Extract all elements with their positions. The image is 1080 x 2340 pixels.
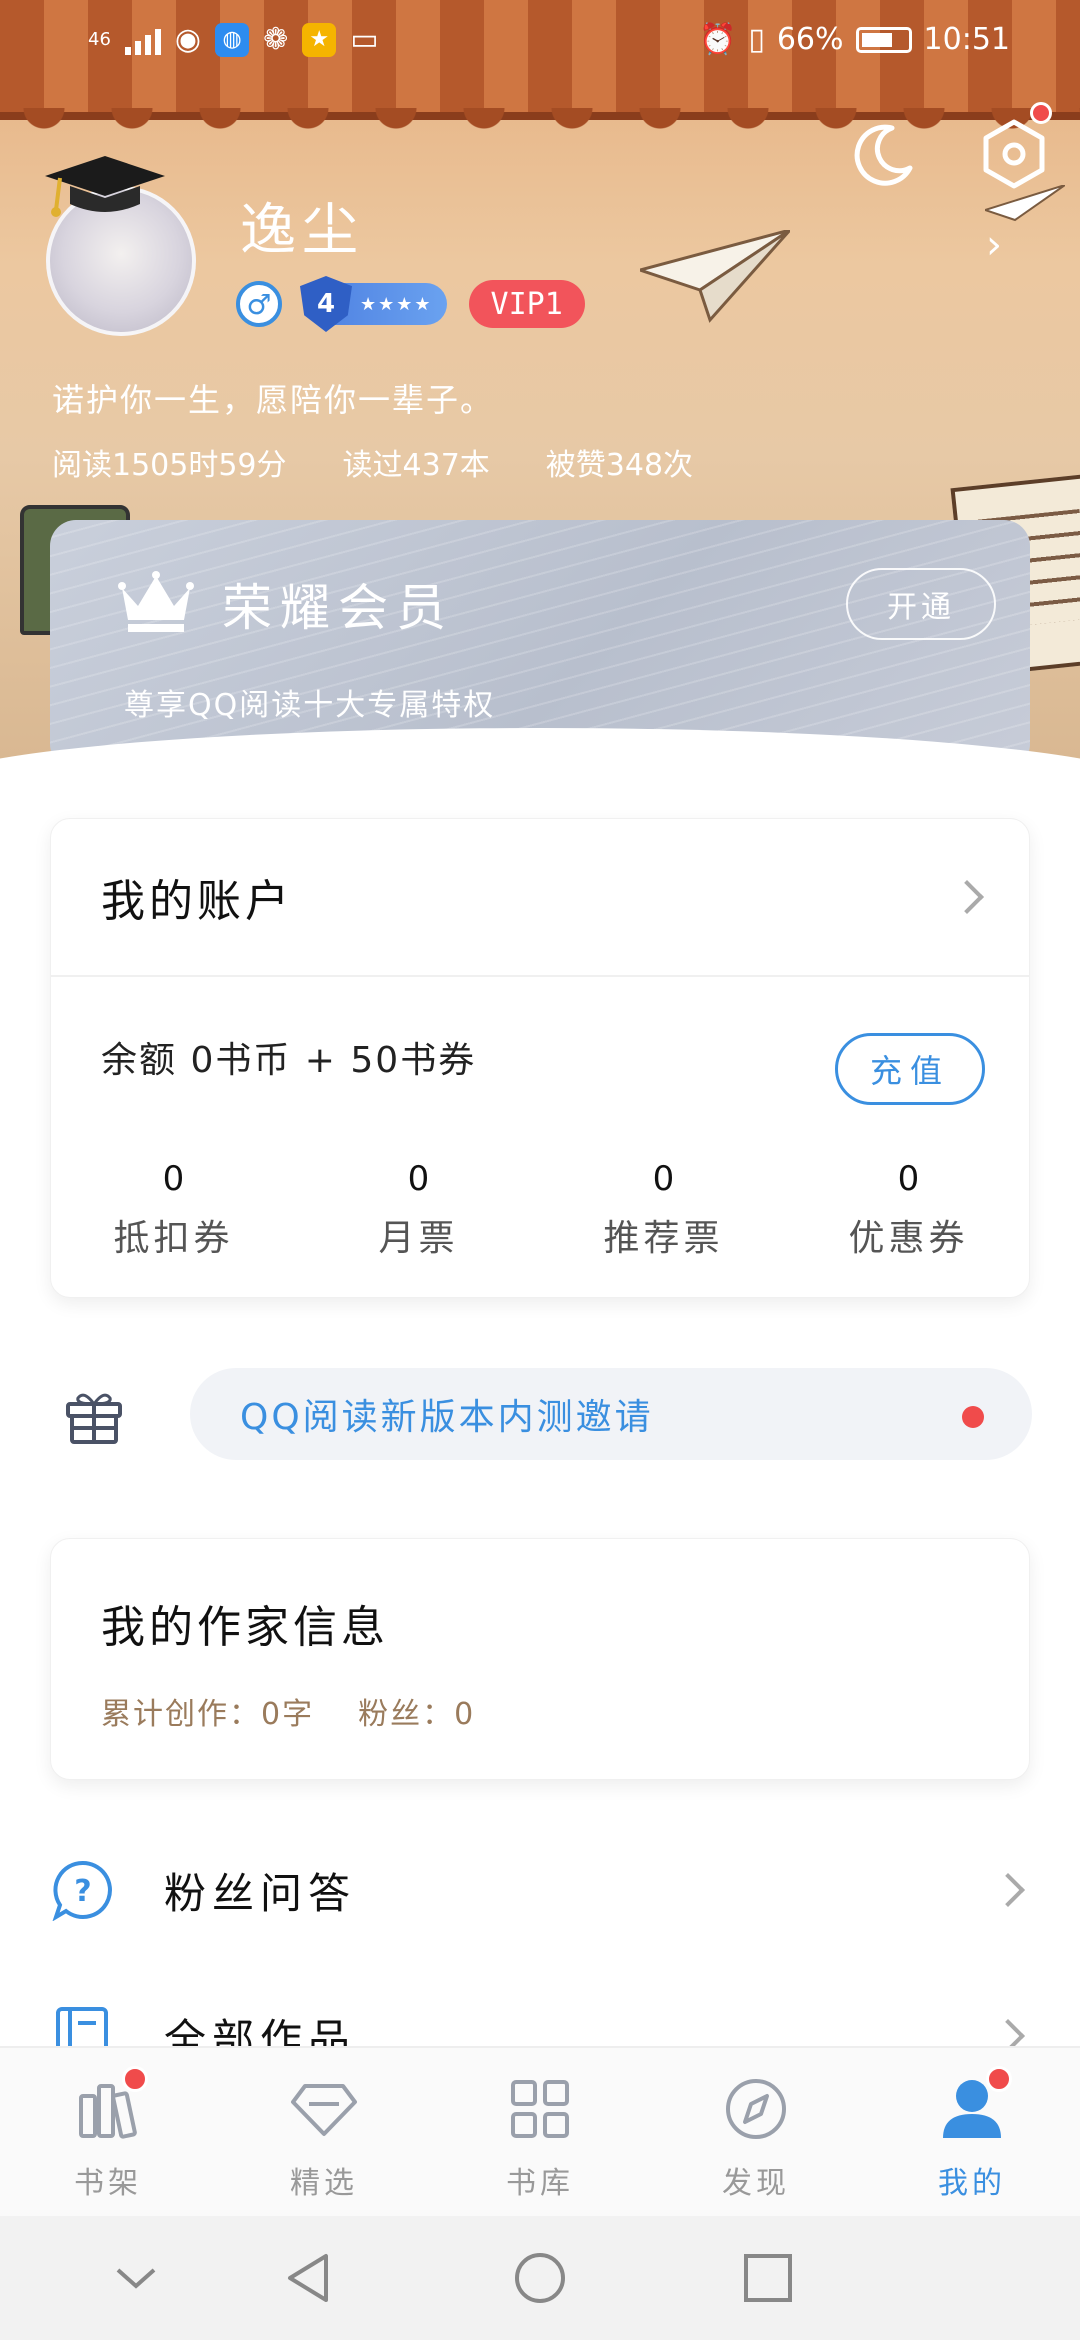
membership-subtitle: 尊享QQ阅读十大专属特权 [124, 688, 496, 723]
username: 逸尘 [240, 198, 364, 263]
level-badge[interactable]: 4 ★★★★ [300, 276, 447, 332]
ticket-label: 月票 [378, 1218, 459, 1259]
alarm-icon: ⏰ [698, 22, 737, 57]
writer-info-card[interactable]: 我的作家信息 累计创作：0字 粉丝：0 [50, 1538, 1030, 1780]
fans-stat: 粉丝：0 [358, 1697, 476, 1732]
briefcase-icon: ▭ [350, 22, 379, 57]
battery-percent: 66% [776, 22, 844, 57]
books-read-stat: 读过437本 [342, 448, 490, 483]
beta-invite-banner[interactable]: QQ阅读新版本内测邀请 [190, 1368, 1032, 1460]
nav-label: 书库 [506, 2166, 574, 2201]
back-triangle-icon[interactable] [282, 2250, 338, 2306]
nav-me[interactable]: 我的 [864, 2048, 1080, 2216]
star-app-icon: ★ [302, 22, 337, 57]
screen: 46 ◉ ◍ ❁ ★ ▭ ⏰ ▯ 66% 10:51 › 逸尘 ♂ 4 ★★★★… [0, 0, 1080, 2340]
my-account-title: 我的账户 [101, 876, 293, 927]
gift-icon[interactable] [64, 1388, 124, 1446]
bottom-navigation: 书架 精选 书库 发现 我的 [0, 2046, 1080, 2216]
my-account-header[interactable]: 我的账户 [51, 819, 1029, 977]
beta-invite-row: QQ阅读新版本内测邀请 [0, 1368, 1080, 1464]
vip-level-badge[interactable]: VIP1 [468, 280, 585, 328]
crown-icon [118, 571, 194, 632]
profile-detail-chevron-icon[interactable]: › [986, 222, 1002, 268]
home-circle-icon[interactable] [512, 2250, 568, 2306]
reading-time-stat: 阅读1505时59分 [52, 448, 287, 483]
settings-notification-dot [1030, 102, 1052, 124]
signal-icon [124, 25, 161, 55]
graduation-cap-icon [45, 156, 165, 217]
level-stars: ★★★★ [360, 293, 433, 315]
reading-stats: 阅读1505时59分 读过437本 被赞348次 [52, 440, 693, 484]
qq-browser-icon: ◍ [215, 22, 250, 57]
membership-title: 荣耀会员 [222, 579, 454, 637]
menu-label: 粉丝问答 [164, 1868, 357, 1918]
likes-stat: 被赞348次 [545, 448, 694, 483]
profile-badges: ♂ 4 ★★★★ VIP1 [236, 276, 585, 332]
vibrate-icon: ▯ [748, 22, 765, 57]
nav-featured[interactable]: 精选 [216, 2048, 432, 2216]
night-mode-moon-icon[interactable] [848, 120, 918, 190]
discount-coupon-item[interactable]: 0 优惠券 [786, 1159, 1031, 1261]
open-membership-button[interactable]: 开通 [846, 568, 996, 640]
nav-bookshelf[interactable]: 书架 [0, 2048, 216, 2216]
nav-label: 发现 [722, 2166, 790, 2201]
question-bubble-icon: ? [52, 1860, 112, 1921]
diamond-icon [291, 2084, 357, 2136]
avatar-container[interactable] [40, 150, 210, 340]
status-bar: 46 ◉ ◍ ❁ ★ ▭ ⏰ ▯ 66% 10:51 [0, 0, 1080, 84]
ticket-count: 0 [407, 1159, 430, 1199]
ticket-count: 0 [652, 1159, 675, 1199]
eye-icon: ◉ [174, 22, 202, 57]
male-gender-icon: ♂ [236, 281, 282, 327]
nav-label: 我的 [938, 2166, 1006, 2201]
balance-text: 余额 0书币 + 50书券 [101, 1040, 477, 1081]
user-signature: 诺护你一生，愿陪你一辈子。 [52, 381, 495, 419]
ticket-count: 0 [162, 1159, 185, 1199]
writer-info-title: 我的作家信息 [101, 1602, 389, 1653]
recharge-button[interactable]: 充值 [835, 1033, 985, 1105]
writer-stats: 累计创作：0字 粉丝：0 [101, 1689, 475, 1733]
beta-invite-text: QQ阅读新版本内测邀请 [240, 1397, 654, 1438]
svg-text:?: ? [74, 1874, 91, 1909]
my-account-card: 我的账户 余额 0书币 + 50书券 充值 0 抵扣券 0 月票 0 推荐票 0… [50, 818, 1030, 1298]
system-navigation-bar [0, 2216, 1080, 2340]
invite-notification-dot [962, 1406, 984, 1428]
menu-item-fan-qa[interactable]: ? 粉丝问答 [0, 1830, 1080, 1950]
ticket-label: 优惠券 [848, 1218, 969, 1259]
collapse-chevron-icon[interactable] [108, 2250, 164, 2306]
level-shield-icon: 4 [300, 276, 352, 332]
chevron-right-icon [950, 880, 984, 914]
paper-plane-illustration [640, 230, 790, 323]
network-type: 46 [88, 29, 111, 50]
wechat-icon: ❁ [263, 22, 289, 57]
grid-icon [511, 2080, 569, 2138]
nav-discover[interactable]: 发现 [648, 2048, 864, 2216]
monthly-ticket-item[interactable]: 0 月票 [296, 1159, 541, 1261]
recommend-ticket-item[interactable]: 0 推荐票 [541, 1159, 786, 1261]
nav-label: 书架 [74, 2166, 142, 2201]
ticket-label: 抵扣券 [113, 1218, 234, 1259]
deduction-coupon-item[interactable]: 0 抵扣券 [51, 1159, 296, 1261]
ticket-list: 0 抵扣券 0 月票 0 推荐票 0 优惠券 [51, 1159, 1031, 1261]
settings-hexagon-icon [983, 119, 1045, 189]
nav-label: 精选 [290, 2166, 358, 2201]
me-notification-dot [986, 2066, 1012, 2092]
nav-library[interactable]: 书库 [432, 2048, 648, 2216]
compass-icon [726, 2079, 786, 2139]
settings-button[interactable] [978, 102, 1052, 190]
ticket-count: 0 [897, 1159, 920, 1199]
chevron-right-icon [991, 1873, 1025, 1907]
level-number: 4 [316, 289, 336, 319]
bookshelf-notification-dot [122, 2066, 148, 2092]
total-words-stat: 累计创作：0字 [101, 1697, 315, 1732]
clock-time: 10:51 [923, 22, 1010, 57]
ticket-label: 推荐票 [603, 1218, 724, 1259]
recents-square-icon[interactable] [740, 2250, 796, 2306]
battery-icon [855, 26, 912, 53]
